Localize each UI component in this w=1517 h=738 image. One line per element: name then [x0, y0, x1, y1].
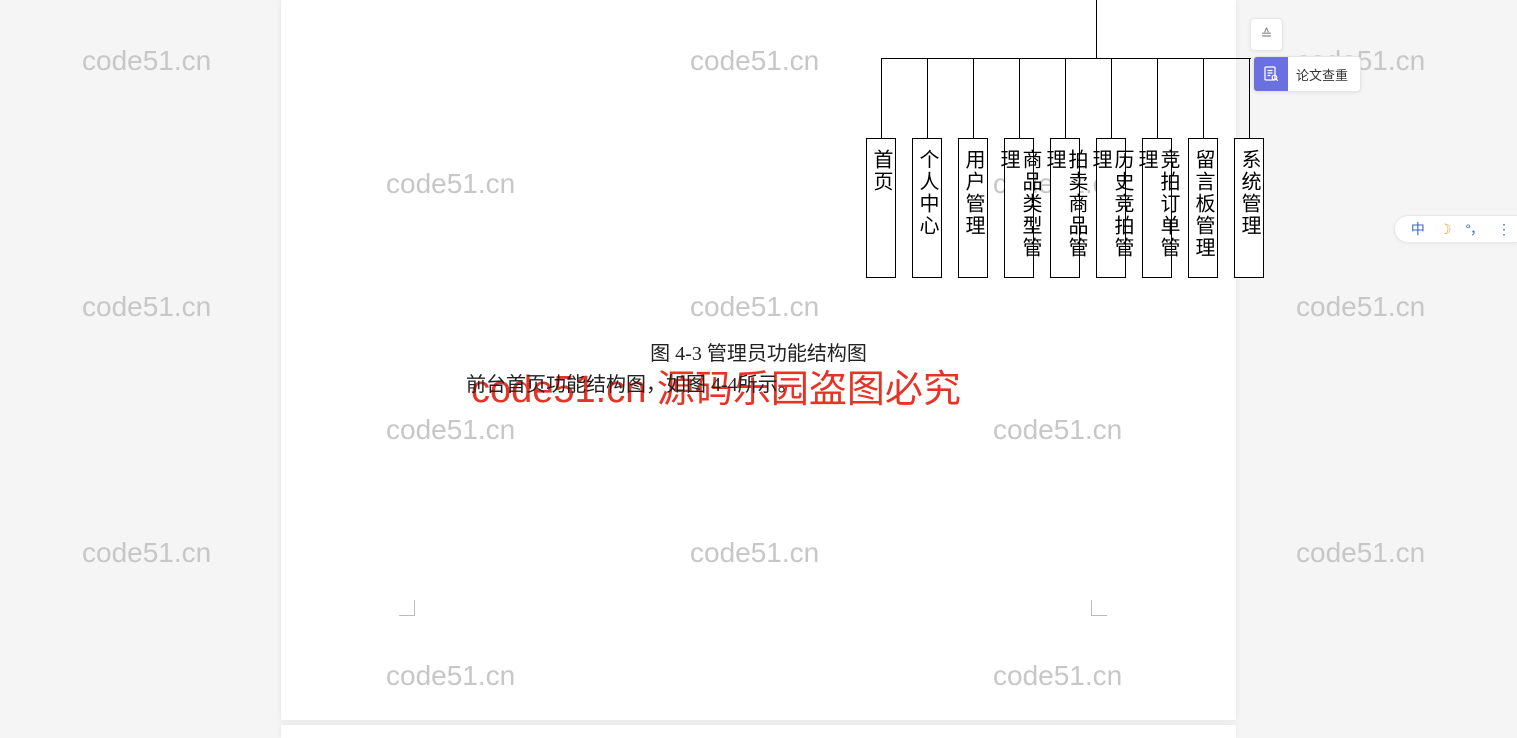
watermark: code51.cn: [690, 291, 819, 323]
ime-indicator[interactable]: 中 ☽ °， ⋮: [1394, 215, 1517, 243]
watermark: code51.cn: [993, 414, 1122, 446]
tree-node: 拍卖商品管理: [1050, 138, 1080, 278]
watermark: code51.cn: [82, 45, 211, 77]
watermark: code51.cn: [82, 291, 211, 323]
tree-node-label: 拍卖商品管理: [1043, 149, 1087, 267]
watermark: code51.cn: [386, 414, 515, 446]
watermark: code51.cn: [690, 537, 819, 569]
tree-trunk-line: [1096, 0, 1097, 58]
tree-node-label: 留言板管理: [1192, 149, 1214, 259]
tree-branch-line: [973, 58, 974, 138]
tree-node: 商品类型管理: [1004, 138, 1034, 278]
watermark: code51.cn: [690, 45, 819, 77]
tree-node: 留言板管理: [1188, 138, 1218, 278]
tree-branch-line: [1065, 58, 1066, 138]
ime-punctuation: °，: [1465, 219, 1483, 239]
collapse-sidebar-button[interactable]: ≙: [1250, 18, 1283, 51]
tree-node: 个人中心: [912, 138, 942, 278]
page-margin-mark: [1091, 600, 1107, 616]
tree-branch-line: [1111, 58, 1112, 138]
body-text: 前台首页功能结构图，如图 4-4所示。: [466, 368, 798, 397]
watermark: code51.cn: [82, 537, 211, 569]
figure-caption: 图 4-3 管理员功能结构图: [281, 337, 1236, 366]
watermark: code51.cn: [1296, 291, 1425, 323]
tree-node-label: 历史竞拍管理: [1089, 149, 1133, 267]
tree-node-label: 竞拍订单管理: [1135, 149, 1179, 267]
collapse-icon: ≙: [1261, 26, 1273, 43]
ime-language: 中: [1411, 219, 1425, 239]
watermark: code51.cn: [386, 660, 515, 692]
paper-check-label: 论文查重: [1288, 65, 1360, 84]
watermark: code51.cn: [1296, 537, 1425, 569]
next-page-peek: [281, 725, 1236, 738]
tree-node: 竞拍订单管理: [1142, 138, 1172, 278]
tree-branch-line: [1019, 58, 1020, 138]
page-margin-mark: [399, 600, 415, 616]
tree-branch-line: [1203, 58, 1204, 138]
tree-horizontal-line: [881, 58, 1251, 59]
tree-branch-line: [1249, 58, 1250, 138]
tree-node-label: 商品类型管理: [997, 149, 1041, 267]
ime-more-icon: ⋮: [1497, 221, 1511, 238]
paper-plagiarism-check-button[interactable]: 论文查重: [1253, 56, 1361, 92]
tree-node: 首页: [866, 138, 896, 278]
watermark: code51.cn: [386, 168, 515, 200]
admin-function-tree: 首页 个人中心 用户管理 商品类型管理 拍卖商品管理 历史竞拍管理 竞拍订单管理…: [864, 0, 1254, 280]
viewport: code51.cn code51.cn code51.cn code51.cn …: [0, 0, 1517, 738]
tree-node-label: 首页: [870, 149, 892, 193]
tree-node-label: 用户管理: [962, 149, 984, 237]
tree-node: 用户管理: [958, 138, 988, 278]
moon-icon: ☽: [1439, 221, 1452, 238]
tree-node-label: 系统管理: [1238, 149, 1260, 237]
watermark: code51.cn: [993, 660, 1122, 692]
tree-node: 系统管理: [1234, 138, 1264, 278]
tree-branch-line: [1157, 58, 1158, 138]
tree-node: 历史竞拍管理: [1096, 138, 1126, 278]
document-page: code51.cn code51.cn code51.cn code51.cn …: [281, 0, 1236, 720]
tree-branch-line: [881, 58, 882, 138]
tree-branch-line: [927, 58, 928, 138]
tree-node-label: 个人中心: [916, 149, 938, 237]
document-check-icon: [1254, 57, 1288, 91]
